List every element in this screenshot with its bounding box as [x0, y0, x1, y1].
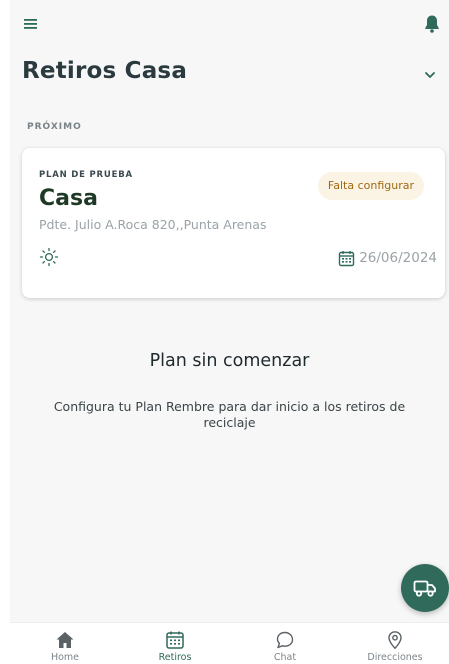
status-badge: Falta configurar	[317, 172, 424, 200]
plan-type-label: PLAN DE PRUEBA	[39, 170, 133, 180]
plan-title: Casa	[39, 186, 98, 211]
calendar-icon	[338, 250, 355, 266]
sun-icon	[39, 247, 59, 267]
nav-item-home[interactable]: Home	[10, 623, 120, 664]
plan-card[interactable]: PLAN DE PRUEBA Casa Pdte. Julio A.Roca 8…	[22, 148, 445, 298]
app-screen: Retiros Casa PRÓXIMO PLAN DE PRUEBA Casa…	[10, 0, 449, 664]
title-row: Retiros Casa	[22, 58, 437, 94]
nav-item-retiros[interactable]: Retiros	[120, 623, 230, 664]
home-icon	[56, 632, 74, 648]
empty-state-title: Plan sin comenzar	[149, 351, 310, 371]
calendar-icon	[166, 631, 184, 649]
top-bar	[10, 0, 449, 50]
bell-icon[interactable]	[423, 14, 441, 34]
bottom-navigation: Home Retiros Chat Direcciones	[10, 622, 449, 664]
empty-state-description: Configura tu Plan Rembre para dar inicio…	[53, 399, 406, 430]
nav-label-chat: Chat	[273, 652, 297, 663]
plan-address: Pdte. Julio A.Roca 820,,Punta Arenas	[39, 217, 267, 232]
plan-date: 26/06/2024	[338, 248, 437, 268]
nav-item-chat[interactable]: Chat	[230, 623, 340, 664]
nav-label-direcciones: Direcciones	[367, 652, 423, 663]
nav-item-direcciones[interactable]: Direcciones	[340, 623, 449, 664]
map-pin-icon	[388, 631, 402, 650]
section-label: PRÓXIMO	[27, 122, 82, 132]
truck-fab-button[interactable]	[401, 564, 449, 612]
nav-label-home: Home	[50, 652, 80, 663]
menu-icon[interactable]	[24, 18, 40, 30]
page-title: Retiros Casa	[22, 58, 188, 84]
chevron-down-icon[interactable]	[423, 68, 437, 82]
chat-bubble-icon	[276, 631, 294, 649]
truck-icon	[413, 580, 436, 597]
plan-date-text: 26/06/2024	[359, 250, 437, 266]
nav-label-retiros: Retiros	[158, 652, 192, 663]
